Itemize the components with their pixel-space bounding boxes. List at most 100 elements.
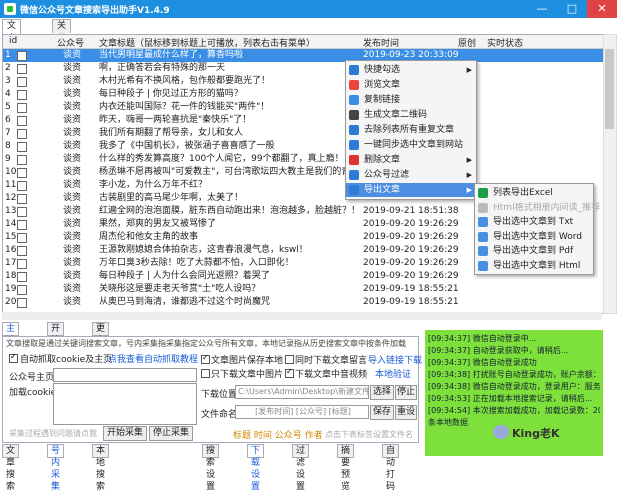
stop-button[interactable]: 停止 [395,385,417,400]
row-checkbox[interactable] [17,64,27,74]
row-checkbox[interactable] [17,298,27,308]
submenu-item[interactable]: 导出选中文章到 Word [475,230,593,244]
submenu-item[interactable]: 导出选中文章到 Html [475,259,593,273]
row-title[interactable]: 从奥巴马到海清，谁都逃不过这个时尚魔咒 [99,296,357,309]
row-title[interactable]: 我多了《中国机长》，被张涵子喜喜感了一般 [99,140,357,153]
tab-filter-settings[interactable]: 过滤设置 [292,444,310,492]
table-row[interactable]: 4谈资每日种段子 | 你见过正方形的猫吗？2019-09-23 12:37:49 [3,88,603,101]
row-title[interactable]: 红遍全网的泡泡面膜，脏东西自动跑出来！泡泡越多，脸越脏？！ [99,205,357,218]
vertical-scrollbar[interactable] [603,34,617,314]
context-menu-item[interactable]: 生成文章二维码 [346,108,476,122]
col-status[interactable]: 实时状态 [487,36,523,49]
file-naming-input[interactable]: [发布时间] [公众号] [标题] [235,405,369,419]
table-row[interactable]: 2谈资啊，正确答若会有特殊的那一天2019-09-23 12:37:49 [3,62,603,75]
tab-main-panel[interactable]: 主控面板 [2,322,20,370]
col-time[interactable]: 发布时间 [363,36,399,49]
save-images-checkbox[interactable] [201,353,210,364]
tab-summary-preview[interactable]: 摘要预览 [337,444,355,492]
table-row[interactable]: 10谈资杨丞琳不愿再被叫"可爱教主"，可台湾歌坛四大教主是我们的青春啊2019-… [3,166,603,179]
row-checkbox[interactable] [17,168,27,178]
import-links-link[interactable]: 导入链接下载 [368,353,422,366]
tab-more-config[interactable]: 更多配置 [92,322,110,370]
row-checkbox[interactable] [17,103,27,113]
tutorial-link[interactable]: 点我查看自动抓取教程 [108,352,198,365]
col-original[interactable]: 原创 [458,36,476,49]
row-title[interactable]: 王源敦刚媳媳合体拍杂志，这青春浪漫气息，kswl！ [99,244,357,257]
row-checkbox[interactable] [17,51,27,61]
context-menu-item[interactable]: 公众号过滤 ▶ [346,168,476,182]
row-title[interactable]: 我们所有期翻了帮导亲，女儿和女人 [99,127,357,140]
tab-account-collect[interactable]: 号内采集 [47,444,65,492]
tab-download-settings[interactable]: 下载设置 [247,444,265,492]
save-naming-button[interactable]: 保存 [370,405,394,420]
table-row[interactable]: 20 谈资 从奥巴马到海清，谁都逃不过这个时尚魔咒 2019-09-19 18:55:… [3,296,603,309]
row-checkbox[interactable] [17,181,27,191]
row-title[interactable]: 李小龙，为什么万年不红？ [99,179,357,192]
row-checkbox[interactable] [17,90,27,100]
row-title[interactable]: 杨丞琳不愿再被叫"可爱教主"，可台湾歌坛四大教主是我们的青春啊 [99,166,357,179]
scroll-thumb[interactable] [605,49,614,129]
row-title[interactable]: 每日种段子 | 你见过正方形的猫吗？ [99,88,357,101]
cookie-input[interactable] [53,383,197,425]
table-row[interactable]: 3谈资木村光希有不换风格，包作般都要跑光了！2019-09-23 12:37:4… [3,75,603,88]
row-title[interactable]: 昨天，嗨哥一两轮喜抗是"秦快乐"了！ [99,114,357,127]
row-title[interactable]: 周杰伦和他女主角的故事 [99,231,357,244]
tab-local-search[interactable]: 本地搜索 [92,444,110,492]
row-checkbox[interactable] [17,220,27,230]
context-menu-item[interactable]: 删除文章 ▶ [346,153,476,167]
table-row[interactable]: 5谈资内衣还能叫国际？花一件的钱能买"两件"！2019-09-23 12:37:… [3,101,603,114]
tab-about[interactable]: 关于软件 [52,19,72,70]
problem-link[interactable]: 采集过程遇到问题请点我 [9,428,97,439]
row-checkbox[interactable] [17,142,27,152]
reset-naming-button[interactable]: 重设 [395,405,417,420]
context-menu-item[interactable]: 导出文章 ▶ [346,183,476,197]
row-checkbox[interactable] [17,129,27,139]
choose-folder-button[interactable]: 选择 [370,385,394,400]
horizontal-scrollbar[interactable] [2,312,602,320]
maximize-button[interactable]: □ [557,0,587,18]
context-menu-item[interactable]: 去除列表所有重复文章 [346,123,476,137]
context-menu-item[interactable]: 一键同步选中文章到网站 [346,138,476,152]
col-id[interactable]: id [9,36,17,46]
row-title[interactable]: 万年口臭3秒去除！吃了大蒜都不怕，入口即化！ [99,257,357,270]
table-row[interactable]: 8谈资我多了《中国机长》，被张涵子喜喜感了一般2019-09-22 20:38:… [3,140,603,153]
row-title[interactable]: 内衣还能叫国际？花一件的钱能买"两件"！ [99,101,357,114]
row-title[interactable]: 啊，正确答若会有特殊的那一天 [99,62,357,75]
row-title[interactable]: 什么样的秀发算高度？100个人闻它，99个都翻了，真上瘾！ [99,153,357,166]
start-collect-button[interactable]: 开始采集 [103,426,147,441]
context-menu-item[interactable]: 浏览文章 [346,78,476,92]
row-checkbox[interactable] [17,155,27,165]
submenu-item[interactable]: 列表导出Excel [475,186,593,200]
submenu-item[interactable]: 导出选中文章到 Pdf [475,244,593,258]
images-only-checkbox[interactable] [201,369,210,378]
row-checkbox[interactable] [17,194,27,204]
table-row[interactable]: 1 谈资 当代男明星最成什么样了，算香吗啦 2019-09-23 20:33:09 [3,49,603,62]
row-checkbox[interactable] [17,207,27,217]
row-checkbox[interactable] [17,246,27,256]
row-title[interactable]: 木村光希有不换风格，包作般都要跑光了！ [99,75,357,88]
tab-auto-captcha[interactable]: 自动打码 [382,444,400,492]
download-path-input[interactable]: C:\Users\Admin\Desktop\新建文件夹 [235,385,369,399]
account-home-input[interactable] [53,368,197,382]
local-verify-link[interactable]: 本地验证 [375,367,411,380]
table-row[interactable]: 6谈资昨天，嗨哥一两轮喜抗是"秦快乐"了！2019-09-23 12:37:49 [3,114,603,127]
tab-article-manage[interactable]: 文章管理 [2,19,22,70]
naming-tokens[interactable]: 标题 时间 公众号 作者 [233,428,323,441]
row-checkbox[interactable] [17,272,27,282]
tab-search-settings[interactable]: 搜索设置 [202,444,220,492]
table-row[interactable]: 19 谈资 关晓彤这是要走老天爷赏"土"吃人设吗？ 2019-09-19 18:55:… [3,283,603,296]
table-row[interactable]: 7谈资我们所有期翻了帮导亲，女儿和女人2019-09-23 12:37:49 [3,127,603,140]
row-checkbox[interactable] [17,116,27,126]
tab-article-search[interactable]: 文章搜索 [2,444,20,492]
download-media-checkbox[interactable] [285,367,294,378]
close-button[interactable]: ✕ [587,0,617,18]
minimize-button[interactable]: — [527,0,557,18]
table-row[interactable]: 9谈资什么样的秀发算高度？100个人闻它，99个都翻了，真上瘾！2019-09-… [3,153,603,166]
col-title[interactable]: 文章标题（鼠标移到标题上可播放，列表右击有菜单） [99,36,315,49]
row-title[interactable]: 每日种段子 | 人为什么会同光返照？着哭了 [99,270,357,283]
row-title[interactable]: 关晓彤这是要走老天爷赏"土"吃人设吗？ [99,283,357,296]
row-checkbox[interactable] [17,233,27,243]
submenu-item[interactable]: 导出选中文章到 Txt [475,215,593,229]
stop-collect-button[interactable]: 停止采集 [149,426,193,441]
row-title[interactable]: 古装剧里的高马尾少年啊，太美了！ [99,192,357,205]
